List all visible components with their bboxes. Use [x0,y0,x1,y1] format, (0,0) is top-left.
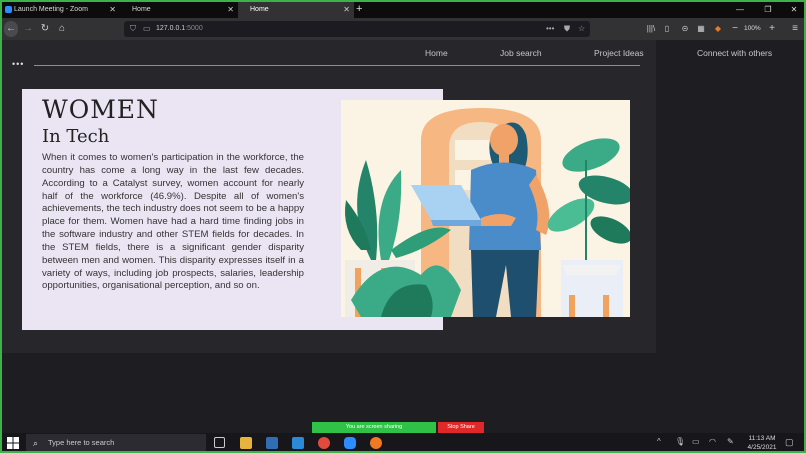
chrome-icon[interactable] [318,437,330,449]
tab-title: Home [132,6,151,13]
extension-icon[interactable]: ⊝ [678,21,692,37]
grid-extension-icon[interactable]: ▦ [694,21,708,37]
hero-title: WOMEN [42,95,159,124]
pen-icon[interactable]: ✎ [727,437,734,446]
restore-icon[interactable]: ❐ [758,2,778,18]
search-icon: ⌕ [33,438,39,448]
reload-icon[interactable]: ↻ [38,21,52,37]
close-icon[interactable]: ✕ [109,2,116,18]
firefox-icon[interactable] [370,437,382,449]
zoom-in-icon[interactable]: + [765,21,779,37]
back-icon[interactable]: ← [4,21,18,37]
clock-time: 11:13 AM [748,435,776,442]
menu-icon[interactable]: ≡ [788,21,802,37]
close-icon[interactable]: ✕ [227,2,234,18]
microphone-icon[interactable]: 🎙 [675,437,685,446]
more-actions-icon[interactable]: ••• [546,21,554,37]
battery-icon[interactable]: ▭ [692,437,700,446]
search-placeholder: Type here to search [48,438,115,447]
screen: Launch Meeting - Zoom ✕ Home ✕ Home ✕ + … [2,2,804,451]
page-icon: ▭ [143,24,151,33]
woman-with-laptop-illustration [341,100,630,317]
nav-divider [34,65,640,66]
browser-toolbar: ← → ↻ ⌂ ⛉ ▭ 127.0.0.1:5000 ••• ⛊ ☆ |||\ … [2,18,804,40]
pocket-icon[interactable]: ⛊ [564,21,570,37]
task-view-icon[interactable] [214,437,225,448]
address-bar[interactable]: ⛉ ▭ 127.0.0.1:5000 ••• ⛊ ☆ [124,21,590,37]
chevron-up-icon[interactable]: ^ [657,437,661,446]
close-icon[interactable]: ✕ [343,2,350,18]
hero-paragraph: When it comes to women's participation i… [42,152,304,292]
tab-home[interactable]: Home ✕ [120,2,238,18]
browser-tab-strip: Launch Meeting - Zoom ✕ Home ✕ Home ✕ + … [2,2,804,18]
stop-share-button[interactable]: Stop Share [438,422,484,433]
hero-subtitle: In Tech [42,126,110,147]
library-icon[interactable]: |||\ [644,21,658,37]
file-explorer-icon[interactable] [240,437,252,449]
windows-start-icon[interactable] [7,437,19,449]
illustration-svg [341,100,630,317]
sidebar-icon[interactable]: ▯ [660,21,674,37]
url-text: 127.0.0.1:5000 [156,25,203,32]
menu-dots-icon[interactable]: ••• [12,59,24,69]
taskbar-search[interactable]: ⌕ Type here to search [26,434,206,451]
nav-home[interactable]: Home [425,48,448,58]
share-status[interactable]: You are screen sharing [312,422,436,433]
close-window-icon[interactable]: ✕ [784,2,804,18]
nav-project-ideas[interactable]: Project Ideas [594,48,644,58]
bookmark-star-icon[interactable]: ☆ [578,21,585,37]
zoom-share-bar: You are screen sharing Stop Share [312,422,484,433]
tab-zoom[interactable]: Launch Meeting - Zoom ✕ [2,2,120,18]
powershell-icon[interactable] [266,437,278,449]
vscode-icon[interactable] [292,437,304,449]
brave-extension-icon[interactable]: ◆ [711,21,725,37]
nav-job-search[interactable]: Job search [500,48,542,58]
zoom-icon [5,6,12,13]
tab-title: Home [250,6,269,13]
notification-icon[interactable]: ▢ [785,437,794,448]
wifi-icon[interactable]: ◠ [709,437,716,446]
windows-taskbar: ⌕ Type here to search ^ 🎙 ▭ ◠ ✎ 11:13 AM… [2,433,804,451]
nav-connect[interactable]: Connect with others [697,48,772,58]
minimize-icon[interactable]: — [730,2,750,18]
tab-title: Launch Meeting - Zoom [14,6,88,13]
zoom-out-icon[interactable]: − [728,21,742,37]
system-clock[interactable]: 11:13 AM 4/25/2021 [744,434,780,451]
clock-date: 4/25/2021 [747,444,777,451]
web-page: Home Job search Project Ideas ••• WOMEN … [2,40,656,353]
new-tab-icon[interactable]: + [356,2,362,17]
forward-icon[interactable]: → [21,21,35,37]
zoom-app-icon[interactable] [344,437,356,449]
tab-home-active[interactable]: Home ✕ [238,2,354,18]
home-icon[interactable]: ⌂ [55,21,69,37]
zoom-level[interactable]: 100% [744,21,761,37]
shield-icon[interactable]: ⛉ [130,21,136,37]
